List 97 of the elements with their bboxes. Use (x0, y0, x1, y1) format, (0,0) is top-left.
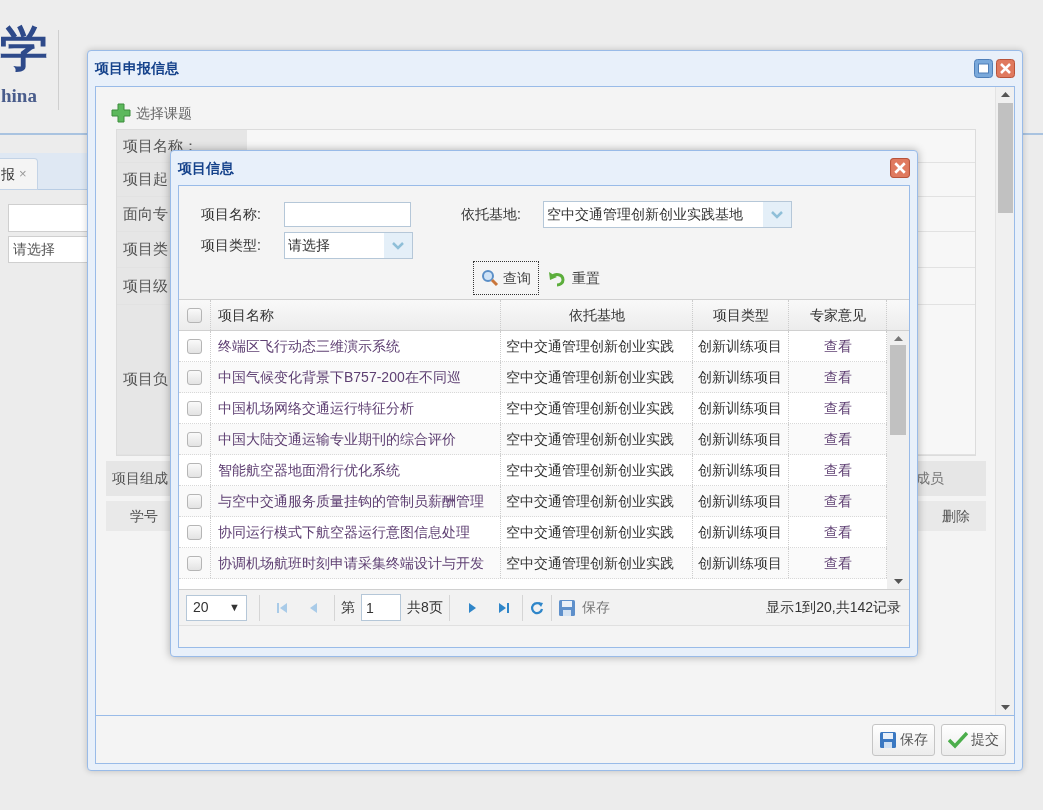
scroll-up-icon[interactable] (1000, 91, 1010, 97)
scrollbar[interactable] (995, 87, 1014, 715)
table-cell-text: 创新训练项目 (698, 491, 782, 511)
checkmark-icon (948, 730, 968, 749)
view-link[interactable]: 查看 (823, 397, 852, 419)
table-cell-text: 中国气候变化背景下B757-200在不同巡 (218, 367, 461, 387)
filter-label: 依托基地: (461, 205, 522, 224)
checkbox[interactable] (187, 307, 202, 323)
refresh-icon[interactable] (528, 599, 545, 616)
scroll-up-icon[interactable] (893, 335, 903, 341)
save-icon (557, 598, 576, 617)
view-link[interactable]: 查看 (823, 521, 852, 543)
record-summary: 显示1到20,共142记录 (766, 598, 901, 617)
view-link[interactable]: 查看 (823, 366, 852, 388)
table-cell-text: 空中交通管理创新创业实践 (506, 398, 674, 418)
page-input[interactable]: 1 (361, 594, 401, 621)
table-cell-text: 创新训练项目 (698, 398, 782, 418)
field-label: 项目级 (123, 275, 168, 296)
checkbox[interactable] (187, 431, 202, 447)
checkbox[interactable] (187, 369, 202, 385)
section-label: 成员 (916, 469, 944, 488)
save-button[interactable]: 保存 (872, 723, 935, 756)
table-cell-text: 与空中交通服务质量挂钩的管制员薪酬管理 (218, 491, 484, 511)
select-topic-link[interactable]: 选择课题 (136, 102, 192, 124)
page-total: 共8页 (407, 598, 443, 617)
table-cell-text: 创新训练项目 (698, 522, 782, 542)
save-icon (879, 730, 897, 749)
plus-icon (111, 103, 131, 123)
scroll-down-icon[interactable] (1000, 705, 1010, 711)
column-header: 学号 (130, 506, 158, 526)
base-select[interactable]: 空中交通管理创新创业实践基地 (543, 201, 792, 228)
field-label: 项目起 (123, 169, 168, 190)
section-label: 项目组成 (112, 469, 168, 488)
tab-label: 报 (1, 164, 15, 184)
field-label: 项目类 (123, 239, 168, 260)
checkbox[interactable] (187, 555, 202, 571)
scrollbar-thumb[interactable] (997, 103, 1013, 213)
table-cell-text: 中国机场网络交通运行特征分析 (218, 398, 414, 418)
checkbox[interactable] (187, 338, 202, 354)
table-cell-text: 空中交通管理创新创业实践 (506, 491, 674, 511)
view-link[interactable]: 查看 (823, 490, 852, 512)
table-cell-text: 创新训练项目 (698, 429, 782, 449)
table-cell-text: 中国大陆交通运输专业期刊的综合评价 (218, 429, 456, 449)
view-link[interactable]: 查看 (823, 335, 852, 357)
scrollbar[interactable] (887, 331, 909, 589)
table-cell-text: 创新训练项目 (698, 553, 782, 573)
table-cell-text: 空中交通管理创新创业实践 (506, 553, 674, 573)
dialog-title: 项目申报信息 (95, 59, 179, 78)
table-cell-text: 协调机场航班时刻申请采集终端设计与开发 (218, 553, 484, 573)
field-label: 面向专 (123, 203, 168, 224)
table-cell-text: 创新训练项目 (698, 336, 782, 356)
column-header: 删除 (942, 506, 970, 526)
column-header: 项目名称 (218, 305, 274, 325)
save-button[interactable]: 保存 (557, 597, 610, 618)
dropdown-caret-icon (384, 233, 412, 258)
page-tab[interactable]: 报 × (0, 158, 38, 190)
search-icon (481, 269, 499, 287)
undo-icon (548, 269, 566, 287)
table-cell-text: 空中交通管理创新创业实践 (506, 367, 674, 387)
filter-label: 项目名称: (201, 205, 262, 224)
field-label: 项目负 (123, 369, 168, 390)
reset-button[interactable]: 重置 (545, 261, 603, 295)
search-button[interactable]: 查询 (473, 261, 539, 295)
table-cell-text: 空中交通管理创新创业实践 (506, 522, 674, 542)
table-cell-text: 空中交通管理创新创业实践 (506, 336, 674, 356)
table-cell-text: 创新训练项目 (698, 460, 782, 480)
type-select[interactable]: 请选择 (284, 232, 413, 259)
table-cell-text: 智能航空器地面滑行优化系统 (218, 460, 400, 480)
view-link[interactable]: 查看 (823, 428, 852, 450)
checkbox[interactable] (187, 493, 202, 509)
scroll-down-icon[interactable] (893, 579, 903, 585)
logo-character: 学 (0, 19, 48, 78)
dialog-title: 项目信息 (178, 158, 234, 178)
table-cell-text: 空中交通管理创新创业实践 (506, 460, 674, 480)
maximize-icon[interactable] (974, 59, 993, 78)
table-cell-text: 创新训练项目 (698, 367, 782, 387)
checkbox[interactable] (187, 524, 202, 540)
scrollbar-thumb[interactable] (890, 345, 906, 435)
page-prefix: 第 (341, 598, 355, 617)
checkbox[interactable] (187, 400, 202, 416)
table-cell-text: 终端区飞行动态三维演示系统 (218, 336, 400, 356)
view-link[interactable]: 查看 (823, 552, 852, 574)
logo-text: hina (1, 84, 37, 108)
view-link[interactable]: 查看 (823, 459, 852, 481)
table-cell-text: 协同运行模式下航空器运行意图信息处理 (218, 522, 470, 542)
name-input[interactable] (284, 202, 411, 227)
dropdown-caret-icon (763, 202, 791, 227)
column-header: 项目类型 (712, 305, 769, 325)
column-header: 专家意见 (809, 305, 866, 325)
filter-label: 项目类型: (201, 236, 262, 255)
submit-button[interactable]: 提交 (941, 723, 1006, 756)
checkbox[interactable] (187, 462, 202, 478)
close-icon[interactable] (996, 59, 1015, 78)
page-size-select[interactable]: 20 ▼ (186, 594, 247, 621)
close-icon[interactable] (890, 158, 910, 178)
column-header: 依托基地 (568, 305, 625, 325)
table-cell-text: 空中交通管理创新创业实践 (506, 429, 674, 449)
